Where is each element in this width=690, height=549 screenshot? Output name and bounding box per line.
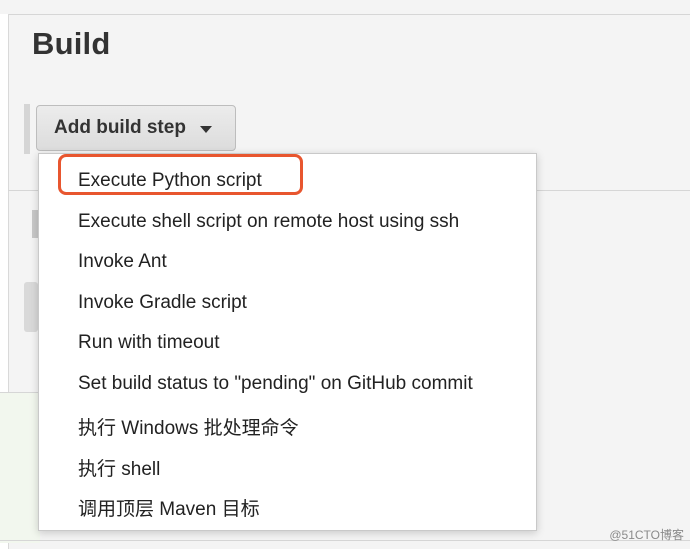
section-title: Build xyxy=(32,26,111,61)
menu-item-invoke-ant[interactable]: Invoke Ant xyxy=(78,251,167,273)
menu-item-run-with-timeout[interactable]: Run with timeout xyxy=(78,332,220,354)
menu-item-invoke-gradle[interactable]: Invoke Gradle script xyxy=(78,292,247,314)
build-step-menu: Execute Python script Execute shell scri… xyxy=(38,153,537,531)
menu-item-windows-batch[interactable]: 执行 Windows 批处理命令 xyxy=(78,413,299,440)
menu-item-remote-shell[interactable]: Execute shell script on remote host usin… xyxy=(78,211,459,233)
bottom-divider xyxy=(0,540,690,541)
chevron-down-icon xyxy=(199,126,212,133)
top-divider xyxy=(0,14,690,15)
add-build-step-label: Add build step xyxy=(54,117,186,138)
menu-item-maven[interactable]: 调用顶层 Maven 目标 xyxy=(78,494,260,521)
menu-item-github-status[interactable]: Set build status to "pending" on GitHub … xyxy=(78,373,473,395)
watermark: @51CTO博客 xyxy=(609,528,684,542)
button-gutter xyxy=(24,104,30,154)
menu-item-execute-python[interactable]: Execute Python script xyxy=(78,170,262,192)
add-build-step-button[interactable]: Add build step xyxy=(36,105,236,151)
lower-section xyxy=(0,392,40,543)
hidden-button-edge xyxy=(24,282,38,332)
menu-item-shell[interactable]: 执行 shell xyxy=(78,454,160,481)
